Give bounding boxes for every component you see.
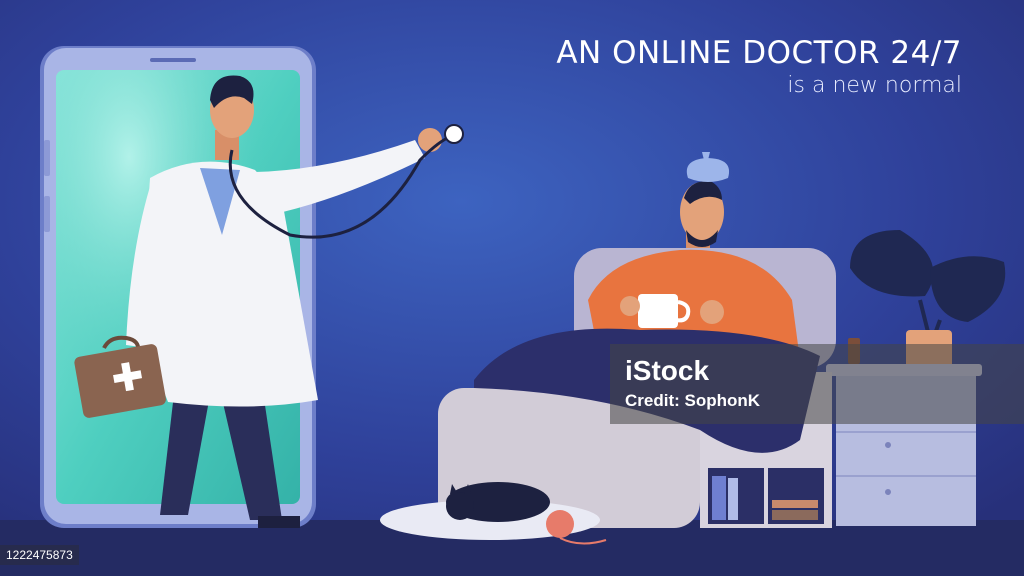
watermark-logo: iStock: [625, 355, 710, 386]
watermark-credit: Credit: SophonK: [625, 391, 761, 410]
headline-title: AN ONLINE DOCTOR 24/7: [556, 35, 962, 71]
headline: AN ONLINE DOCTOR 24/7 is a new normal: [556, 34, 962, 100]
headline-subtitle: is a new normal: [787, 73, 962, 98]
image-id-label: 1222475873: [0, 545, 79, 565]
